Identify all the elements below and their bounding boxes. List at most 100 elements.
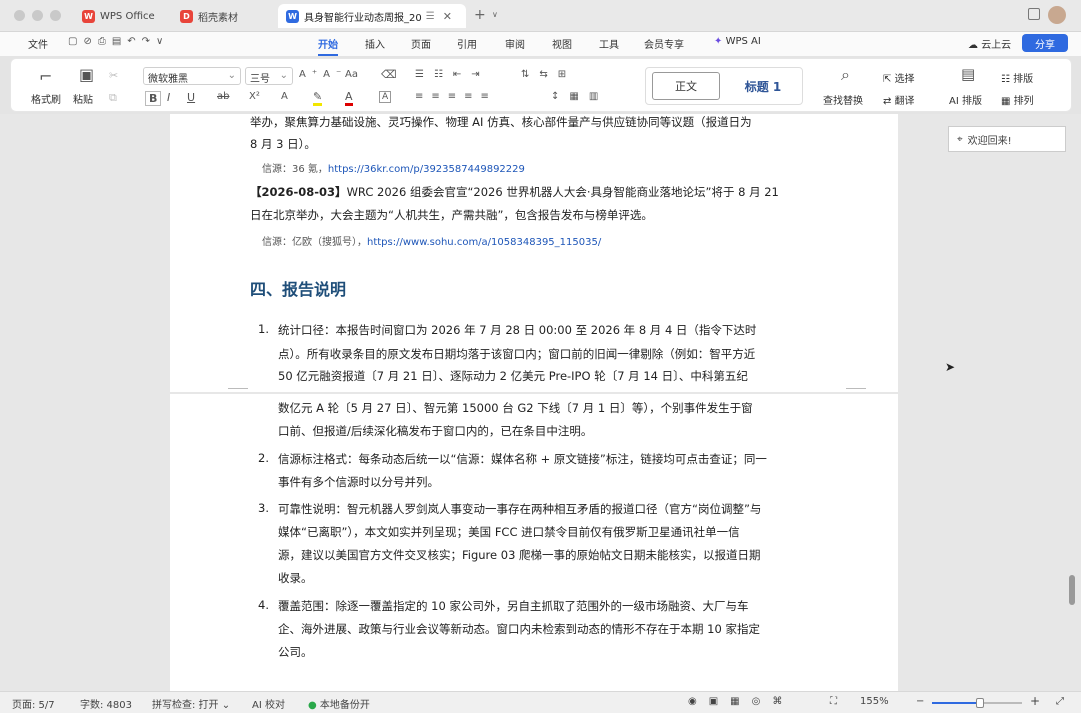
source-link[interactable]: https://www.sohu.com/a/1058348395_115035… xyxy=(367,237,601,248)
paragraph-text: 日在北京举办，大会主题为“人机共生，产需共融”，包含报告发布与榜单评选。 xyxy=(250,208,653,222)
title-bar: W WPS Office D 稻壳素材 W 具身智能行业动态周报_20 ☰ ✕ … xyxy=(0,0,1081,32)
find-replace-button[interactable]: 查找替换 xyxy=(823,92,863,107)
copy-icon[interactable]: ⧉ xyxy=(109,91,117,105)
chevron-down-icon[interactable]: ∨ xyxy=(492,10,498,19)
zoom-in-icon[interactable]: + xyxy=(1030,694,1040,708)
document-page[interactable]: 数亿元 A 轮〔5 月 27 日〕、智元第 15000 台 G2 下线〔7 月 … xyxy=(170,394,898,691)
cloud-button[interactable]: ☁ 云上云 xyxy=(968,36,1011,51)
quick-access-icons[interactable]: ▢⊘⎙▤↶↷∨ xyxy=(68,36,169,47)
avatar[interactable] xyxy=(1048,6,1066,24)
menu-reference[interactable]: 引用 xyxy=(457,36,477,51)
document-area[interactable]: 举办，聚焦算力基础设施、灵巧操作、物理 AI 仿真、核心部件量产与供应链协同等议… xyxy=(0,114,1081,691)
zoom-level[interactable]: 155% xyxy=(860,696,889,707)
translate-button[interactable]: ⇄ 翻译 xyxy=(883,92,915,107)
format-painter-button[interactable]: 格式刷 xyxy=(31,91,61,106)
font-name-select[interactable]: 微软雅黑 ⌄ xyxy=(143,67,241,85)
sort-icons[interactable]: ⇅⇆⊞ xyxy=(521,69,576,80)
document-page[interactable]: 举办，聚焦算力基础设施、灵巧操作、物理 AI 仿真、核心部件量产与供应链协同等议… xyxy=(170,114,898,392)
list-icons[interactable]: ☰☷⇤⇥ xyxy=(415,69,490,80)
menu-review[interactable]: 审阅 xyxy=(505,36,525,51)
menu-insert[interactable]: 插入 xyxy=(365,36,385,51)
fullscreen-icon[interactable]: ⤢ xyxy=(1056,696,1064,707)
source-line: 信源：亿欧（搜狐号），https://www.sohu.com/a/105834… xyxy=(262,237,602,248)
chevron-down-icon: ⌄ xyxy=(279,70,288,81)
list-item-text: 媒体“已离职”），本文如实并列呈现；美国 FCC 进口禁令目前仅有俄罗斯卫星通讯… xyxy=(278,525,740,539)
word-count[interactable]: 字数: 4803 xyxy=(80,696,132,711)
menu-home[interactable]: 开始 xyxy=(318,36,338,56)
vertical-scrollbar[interactable] xyxy=(1069,575,1075,605)
minimize-window-button[interactable] xyxy=(32,10,43,21)
new-tab-icon[interactable]: + xyxy=(474,7,486,23)
layout-button[interactable]: ☷ 排版 xyxy=(1001,70,1033,85)
menu-tools[interactable]: 工具 xyxy=(599,36,619,51)
zoom-out-icon[interactable]: − xyxy=(916,696,924,707)
change-case-icon[interactable]: Aa xyxy=(345,69,358,80)
view-mode-icons[interactable]: ◉▣▦◎⌘ xyxy=(688,696,794,707)
style-normal[interactable]: 正文 xyxy=(652,72,720,100)
close-window-button[interactable] xyxy=(14,10,25,21)
ai-layout-button[interactable]: AI 排版 xyxy=(949,92,982,107)
list-number: 1. xyxy=(258,322,269,336)
list-item-text: 数亿元 A 轮〔5 月 27 日〕、智元第 15000 台 G2 下线〔7 月 … xyxy=(278,401,753,415)
zoom-window-button[interactable] xyxy=(50,10,61,21)
mouse-cursor-icon: ➤ xyxy=(945,360,956,374)
welcome-back-popup[interactable]: ⌖ 欢迎回来! xyxy=(948,126,1066,152)
format-painter-icon[interactable]: ⌐ xyxy=(39,67,52,86)
spacing-icons[interactable]: ↕▦▥ xyxy=(551,91,608,102)
local-backup[interactable]: ● 本地备份开 xyxy=(308,696,370,711)
page-corner-mark xyxy=(228,388,248,389)
source-link[interactable]: https://36kr.com/p/3923587449892229 xyxy=(328,164,525,175)
font-grow-shrink-icons[interactable]: A⁺A⁻ xyxy=(299,69,347,80)
highlight-icon[interactable]: ✎ xyxy=(313,91,323,106)
window-layout-icon[interactable] xyxy=(1028,8,1040,20)
paste-button[interactable]: 粘贴 xyxy=(73,91,93,106)
ai-layout-icon[interactable]: ▤ xyxy=(961,65,975,83)
spell-check[interactable]: 拼写检查: 打开 ⌄ xyxy=(152,696,230,711)
menu-bar: 文件 ▢⊘⎙▤↶↷∨ 开始 插入 页面 引用 审阅 视图 工具 会员专享 ✦ W… xyxy=(0,32,1081,56)
clear-format-icon[interactable]: ⌫ xyxy=(381,68,397,81)
menu-page[interactable]: 页面 xyxy=(411,36,431,51)
page-indicator[interactable]: 页面: 5/7 xyxy=(12,696,55,711)
char-border-icon[interactable]: A xyxy=(379,91,392,103)
italic-icon[interactable]: I xyxy=(167,91,170,104)
style-heading1[interactable]: 标题 1 xyxy=(728,72,798,100)
tab-menu-icon[interactable]: ☰ xyxy=(426,11,435,22)
list-item-text: 点）。所有收录条目的原文发布日期均落于该窗口内；窗口前的旧闻一律剔除（例如：智平… xyxy=(278,347,756,361)
close-tab-icon[interactable]: ✕ xyxy=(443,10,452,23)
font-size-select[interactable]: 三号 ⌄ xyxy=(245,67,293,85)
tab-document[interactable]: W 具身智能行业动态周报_20 ☰ ✕ xyxy=(278,4,466,28)
tab-wps-office[interactable]: W WPS Office xyxy=(74,4,163,28)
paste-icon[interactable]: ▣ xyxy=(79,65,94,84)
menu-wps-ai[interactable]: ✦ WPS AI xyxy=(714,36,761,47)
share-button[interactable]: 分享 xyxy=(1022,34,1068,52)
text-effect-icon[interactable]: A xyxy=(281,91,288,102)
align-icons[interactable]: ≡≡≡≡≡ xyxy=(415,91,497,102)
arrange-button[interactable]: ▦ 排列 xyxy=(1001,92,1034,107)
font-color-icon[interactable]: A xyxy=(345,91,353,106)
list-item-text: 公司。 xyxy=(278,645,313,659)
cloud-icon: ☁ xyxy=(968,40,978,51)
menu-member[interactable]: 会员专享 xyxy=(644,36,684,51)
ai-proofread[interactable]: AI 校对 xyxy=(252,696,285,711)
page-corner-mark xyxy=(846,388,866,389)
strikethrough-icon[interactable]: ab xyxy=(217,91,229,102)
cursor-icon: ⇱ xyxy=(883,74,895,85)
wps-ai-icon: ✦ xyxy=(714,36,723,47)
zoom-slider-handle[interactable] xyxy=(976,698,984,708)
menu-file[interactable]: 文件 xyxy=(28,36,48,51)
docer-icon: D xyxy=(180,9,193,23)
tab-docer[interactable]: D 稻壳素材 xyxy=(172,4,246,28)
backup-check-icon: ● xyxy=(308,700,317,711)
bold-icon[interactable]: B xyxy=(145,91,162,106)
chevron-down-icon: ⌄ xyxy=(227,70,236,81)
fit-page-icon[interactable]: ⛶ xyxy=(830,696,837,707)
underline-icon[interactable]: U xyxy=(187,91,195,104)
menu-view[interactable]: 视图 xyxy=(552,36,572,51)
search-icon[interactable]: ⌕ xyxy=(841,65,850,85)
superscript-icon[interactable]: X² xyxy=(249,91,260,102)
select-button[interactable]: ⇱ 选择 xyxy=(883,70,915,85)
word-doc-icon: W xyxy=(286,9,299,23)
paragraph-text: 8 月 3 日）。 xyxy=(250,137,316,151)
zoom-slider[interactable] xyxy=(932,698,1022,708)
cut-icon[interactable]: ✂ xyxy=(109,69,118,82)
